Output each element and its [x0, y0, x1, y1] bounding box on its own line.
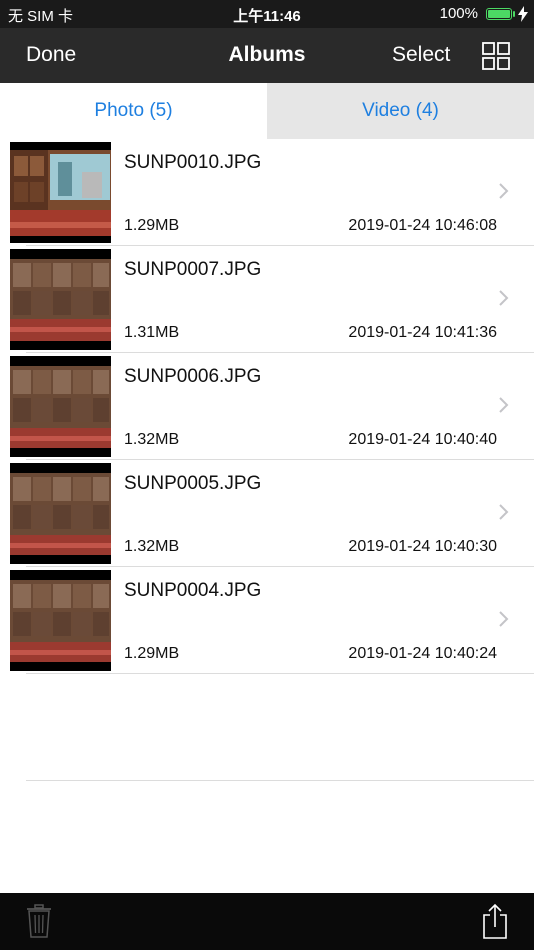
chevron-right-icon: [499, 183, 509, 199]
file-date: 2019-01-24 10:46:08: [348, 217, 497, 234]
file-list: SUNP0010.JPG 1.29MB 2019-01-24 10:46:08: [0, 139, 534, 674]
navigation-bar: Done Albums Select: [0, 28, 534, 83]
tab-video[interactable]: Video (4): [267, 83, 534, 139]
file-date: 2019-01-24 10:40:30: [348, 538, 497, 555]
file-date: 2019-01-24 10:41:36: [348, 324, 497, 341]
thumbnail-image: [10, 142, 111, 243]
file-size: 1.32MB: [124, 538, 180, 555]
file-name: SUNP0010.JPG: [124, 152, 262, 173]
file-date: 2019-01-24 10:40:24: [348, 645, 497, 662]
list-item[interactable]: SUNP0005.JPG 1.32MB 2019-01-24 10:40:30: [0, 460, 534, 567]
page-title: Albums: [228, 43, 306, 66]
file-name: SUNP0005.JPG: [124, 473, 262, 494]
file-date: 2019-01-24 10:40:40: [348, 431, 497, 448]
thumbnail-image: [10, 463, 111, 564]
file-size: 1.32MB: [124, 431, 180, 448]
battery-tip: [513, 11, 515, 17]
list-item[interactable]: SUNP0007.JPG 1.31MB 2019-01-24 10:41:36: [0, 246, 534, 353]
file-size: 1.29MB: [124, 217, 180, 234]
chevron-right-icon: [499, 504, 509, 520]
file-name: SUNP0004.JPG: [124, 580, 262, 601]
media-type-tabs: Photo (5) Video (4): [0, 83, 534, 139]
status-bar: 无 SIM 卡 上午11:46 100%: [0, 0, 534, 28]
chevron-right-icon: [499, 290, 509, 306]
battery-icon: [486, 8, 512, 20]
tab-photo[interactable]: Photo (5): [0, 83, 267, 139]
file-name: SUNP0006.JPG: [124, 366, 262, 387]
select-button[interactable]: Select: [392, 43, 450, 67]
row-divider: [26, 673, 534, 674]
chevron-right-icon: [499, 611, 509, 627]
file-size: 1.31MB: [124, 324, 180, 341]
bottom-toolbar: [0, 893, 534, 950]
file-size: 1.29MB: [124, 645, 180, 662]
chevron-right-icon: [499, 397, 509, 413]
trash-icon[interactable]: [26, 904, 52, 938]
grid-view-icon[interactable]: [481, 41, 511, 71]
list-item[interactable]: SUNP0006.JPG 1.32MB 2019-01-24 10:40:40: [0, 353, 534, 460]
file-name: SUNP0007.JPG: [124, 259, 262, 280]
list-item[interactable]: SUNP0010.JPG 1.29MB 2019-01-24 10:46:08: [0, 139, 534, 246]
empty-row-divider: [26, 780, 534, 781]
battery-percent: 100%: [439, 5, 478, 22]
list-item[interactable]: SUNP0004.JPG 1.29MB 2019-01-24 10:40:24: [0, 567, 534, 674]
thumbnail-image: [10, 249, 111, 350]
share-icon[interactable]: [482, 903, 508, 939]
thumbnail-image: [10, 356, 111, 457]
charging-bolt-icon: [518, 6, 528, 22]
thumbnail-image: [10, 570, 111, 671]
